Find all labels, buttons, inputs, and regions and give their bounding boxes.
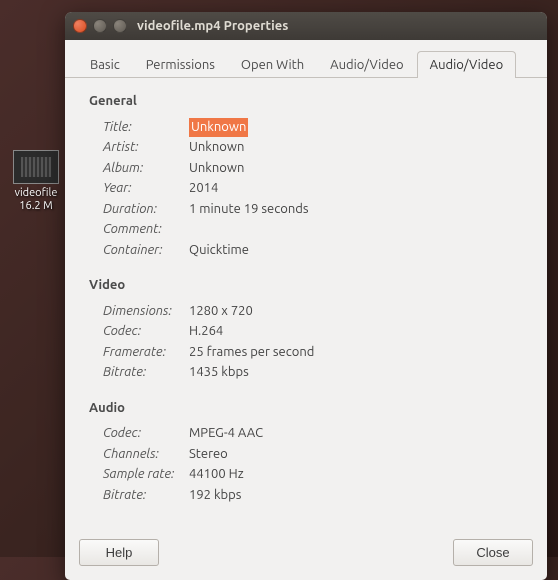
desktop-file-size: 16.2 M (12, 200, 60, 213)
value-title[interactable]: Unknown (189, 118, 248, 138)
help-button[interactable]: Help (79, 539, 159, 566)
tab-open-with[interactable]: Open With (228, 51, 317, 78)
label-comment: Comment: (89, 220, 189, 240)
value-container: Quicktime (189, 241, 249, 261)
value-video-bitrate: 1435 kbps (189, 363, 249, 383)
minimize-icon[interactable] (93, 19, 107, 33)
section-audio: Audio Codec:MPEG-4 AAC Channels:Stereo S… (89, 399, 523, 506)
section-video: Video Dimensions:1280 x 720 Codec:H.264 … (89, 276, 523, 383)
desktop-file-name: videofile (12, 187, 60, 200)
heading-video: Video (89, 276, 523, 296)
value-duration: 1 minute 19 seconds (189, 200, 309, 220)
tab-content: General Title:Unknown Artist:Unknown Alb… (65, 78, 547, 529)
heading-audio: Audio (89, 399, 523, 419)
tab-basic[interactable]: Basic (77, 51, 133, 78)
label-album: Album: (89, 159, 189, 179)
value-video-codec: H.264 (189, 322, 223, 342)
tab-permissions[interactable]: Permissions (133, 51, 228, 78)
label-title: Title: (89, 118, 189, 138)
value-audio-codec: MPEG-4 AAC (189, 424, 263, 444)
label-container: Container: (89, 241, 189, 261)
section-general: General Title:Unknown Artist:Unknown Alb… (89, 92, 523, 260)
label-duration: Duration: (89, 200, 189, 220)
tab-audio-video-1[interactable]: Audio/Video (317, 51, 417, 78)
label-audio-bitrate: Bitrate: (89, 486, 189, 506)
label-channels: Channels: (89, 445, 189, 465)
tab-bar: Basic Permissions Open With Audio/Video … (65, 40, 547, 78)
label-video-codec: Codec: (89, 322, 189, 342)
titlebar[interactable]: videofile.mp4 Properties (65, 12, 547, 40)
label-sample-rate: Sample rate: (89, 465, 189, 485)
close-icon[interactable] (73, 19, 87, 33)
value-channels: Stereo (189, 445, 228, 465)
value-sample-rate: 44100 Hz (189, 465, 244, 485)
window-title: videofile.mp4 Properties (137, 19, 288, 33)
label-framerate: Framerate: (89, 343, 189, 363)
value-artist: Unknown (189, 138, 244, 158)
value-year: 2014 (189, 179, 218, 199)
value-album: Unknown (189, 159, 244, 179)
tab-audio-video-2[interactable]: Audio/Video (417, 51, 517, 78)
properties-window: videofile.mp4 Properties Basic Permissio… (65, 12, 547, 580)
label-dimensions: Dimensions: (89, 302, 189, 322)
dialog-footer: Help Close (65, 529, 547, 580)
desktop-file-icon[interactable]: videofile 16.2 M (12, 150, 60, 213)
value-framerate: 25 frames per second (189, 343, 314, 363)
label-year: Year: (89, 179, 189, 199)
value-dimensions: 1280 x 720 (189, 302, 253, 322)
maximize-icon[interactable] (113, 19, 127, 33)
heading-general: General (89, 92, 523, 112)
label-audio-codec: Codec: (89, 424, 189, 444)
value-audio-bitrate: 192 kbps (189, 486, 241, 506)
label-video-bitrate: Bitrate: (89, 363, 189, 383)
label-artist: Artist: (89, 138, 189, 158)
close-button[interactable]: Close (453, 539, 533, 566)
video-thumbnail-icon (13, 150, 59, 184)
